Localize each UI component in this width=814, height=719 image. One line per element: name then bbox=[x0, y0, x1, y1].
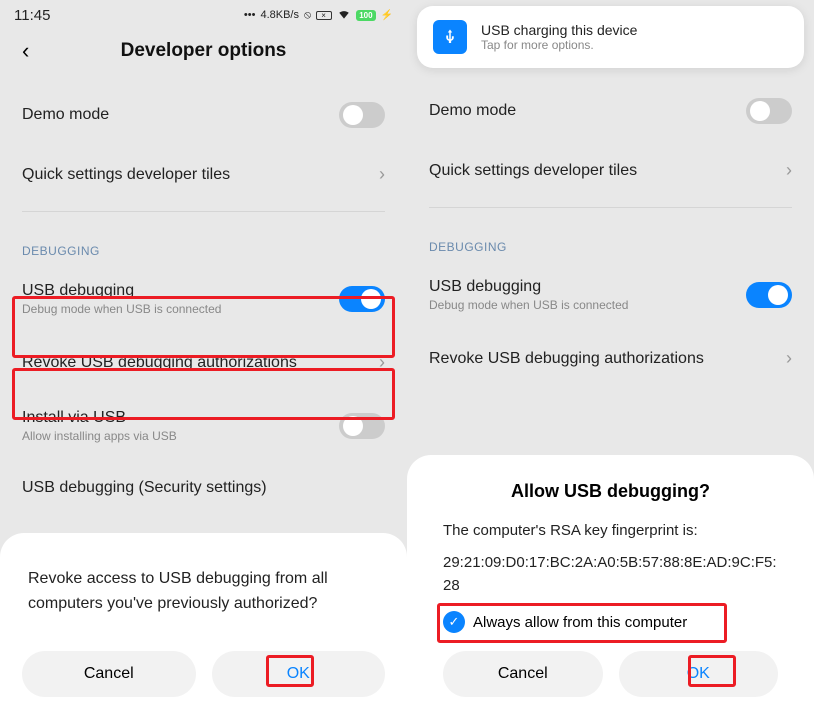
content: Demo mode Quick settings developer tiles… bbox=[407, 80, 814, 387]
chevron-icon: › bbox=[786, 348, 792, 369]
section-label: DEBUGGING bbox=[22, 220, 385, 264]
chevron-icon: › bbox=[379, 164, 385, 185]
header: ‹ Developer options bbox=[0, 26, 407, 84]
charging-icon: ⚡ bbox=[381, 10, 393, 21]
toggle-demo[interactable] bbox=[339, 102, 385, 128]
row-revoke[interactable]: Revoke USB debugging authorizations › bbox=[429, 330, 792, 387]
usb-icon bbox=[433, 20, 467, 54]
ok-button[interactable]: OK bbox=[619, 651, 779, 697]
divider bbox=[22, 211, 385, 212]
row-revoke[interactable]: Revoke USB debugging authorizations › bbox=[22, 334, 385, 391]
phone-right: Developer options Demo mode Quick settin… bbox=[407, 0, 814, 719]
checkbox-always-allow[interactable]: ✓ Always allow from this computer bbox=[443, 611, 778, 633]
notification-usb[interactable]: USB charging this device Tap for more op… bbox=[417, 6, 804, 68]
ok-button[interactable]: OK bbox=[212, 651, 386, 697]
toggle-usb-debugging[interactable] bbox=[746, 282, 792, 308]
bottom-sheet-allow: Allow USB debugging? The computer's RSA … bbox=[407, 455, 814, 719]
sheet-message: Revoke access to USB debugging from all … bbox=[22, 555, 385, 641]
battery-icon: 100 bbox=[356, 10, 375, 21]
phone-left: 11:45 ••• 4.8KB/s ⦸ × 100 ⚡ ‹ Developer … bbox=[0, 0, 407, 719]
sheet-fingerprint-label: The computer's RSA key fingerprint is: bbox=[443, 520, 778, 543]
status-time: 11:45 bbox=[14, 7, 50, 24]
row-quick-settings[interactable]: Quick settings developer tiles › bbox=[429, 142, 792, 199]
section-label: DEBUGGING bbox=[429, 216, 792, 260]
toggle-demo[interactable] bbox=[746, 98, 792, 124]
cancel-button[interactable]: Cancel bbox=[443, 651, 603, 697]
sheet-title: Allow USB debugging? bbox=[443, 481, 778, 502]
row-security[interactable]: USB debugging (Security settings) bbox=[22, 461, 385, 515]
sheet-fingerprint: 29:21:09:D0:17:BC:2A:A0:5B:57:88:8E:AD:9… bbox=[443, 552, 778, 597]
dnd-icon: ⦸ bbox=[304, 9, 311, 22]
chevron-icon: › bbox=[786, 160, 792, 181]
row-usb-debugging[interactable]: USB debugging Debug mode when USB is con… bbox=[429, 260, 792, 330]
status-bar: 11:45 ••• 4.8KB/s ⦸ × 100 ⚡ bbox=[0, 0, 407, 26]
notif-sub: Tap for more options. bbox=[481, 38, 637, 52]
notif-title: USB charging this device bbox=[481, 22, 637, 38]
content: Demo mode Quick settings developer tiles… bbox=[0, 84, 407, 515]
checkbox-label: Always allow from this computer bbox=[473, 614, 687, 631]
toggle-usb-debugging[interactable] bbox=[339, 286, 385, 312]
row-quick-settings[interactable]: Quick settings developer tiles › bbox=[22, 146, 385, 203]
row-usb-debugging[interactable]: USB debugging Debug mode when USB is con… bbox=[22, 264, 385, 334]
page-title: Developer options bbox=[18, 40, 389, 62]
back-icon[interactable]: ‹ bbox=[22, 38, 29, 64]
divider bbox=[429, 207, 792, 208]
row-install-usb[interactable]: Install via USB Allow installing apps vi… bbox=[22, 391, 385, 461]
battery-empty-icon: × bbox=[316, 11, 332, 20]
network-speed: 4.8KB/s bbox=[260, 9, 299, 21]
cancel-button[interactable]: Cancel bbox=[22, 651, 196, 697]
status-right: ••• 4.8KB/s ⦸ × 100 ⚡ bbox=[244, 7, 393, 24]
row-demo-mode[interactable]: Demo mode bbox=[22, 84, 385, 146]
signal-dots-icon: ••• bbox=[244, 9, 256, 21]
wifi-icon bbox=[337, 7, 351, 24]
toggle-install-usb[interactable] bbox=[339, 413, 385, 439]
bottom-sheet-revoke: Revoke access to USB debugging from all … bbox=[0, 533, 407, 719]
row-demo-mode[interactable]: Demo mode bbox=[429, 80, 792, 142]
chevron-icon: › bbox=[379, 352, 385, 373]
check-icon: ✓ bbox=[443, 611, 465, 633]
